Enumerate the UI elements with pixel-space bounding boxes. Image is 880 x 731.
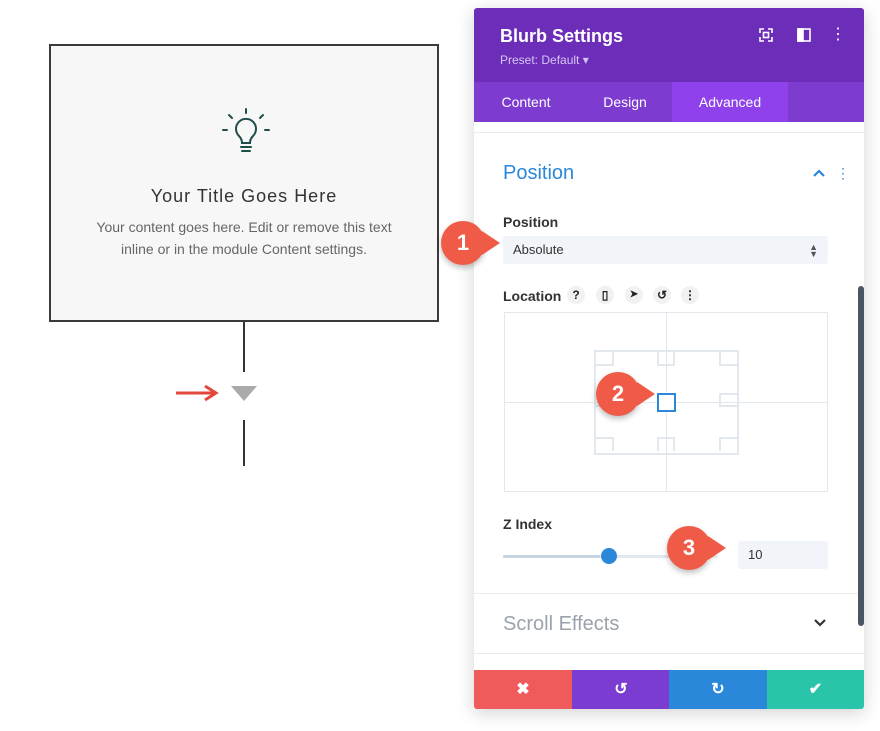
help-icon[interactable]: ? <box>567 286 585 304</box>
panel-header: Blurb Settings Preset: Default ▾ ⋮ <box>474 8 864 82</box>
connector-line-top <box>243 322 245 372</box>
origin-bottom-left[interactable] <box>596 437 614 451</box>
reset-icon[interactable]: ↺ <box>653 286 671 304</box>
position-select[interactable]: Absolute ▲ ▼ <box>503 236 828 264</box>
divider <box>474 593 864 594</box>
blurb-content-line-1: Your content goes here. Edit or remove t… <box>96 219 392 235</box>
callout-1: 1 <box>441 221 485 265</box>
settings-panel: Blurb Settings Preset: Default ▾ ⋮ Conte… <box>474 8 864 709</box>
origin-center-selected[interactable] <box>657 393 676 412</box>
origin-top-left[interactable] <box>596 352 614 366</box>
callout-1-pointer <box>482 231 500 255</box>
callout-2-pointer <box>637 382 655 406</box>
divider <box>474 132 864 133</box>
mobile-icon[interactable]: ▯ <box>596 286 614 304</box>
position-section-title[interactable]: Position <box>503 162 574 185</box>
position-label: Position <box>503 214 559 230</box>
red-arrow-icon <box>176 384 219 402</box>
callout-3-pointer <box>708 536 726 560</box>
origin-top-right[interactable] <box>719 352 737 366</box>
position-select-value: Absolute <box>513 242 564 257</box>
cancel-button[interactable]: ✖ <box>474 670 572 709</box>
section-menu-icon[interactable]: ⋮ <box>836 166 850 182</box>
tab-design[interactable]: Design <box>578 82 672 122</box>
connector-line-bottom <box>243 420 245 466</box>
origin-center-right[interactable] <box>719 393 737 407</box>
location-origin-grid[interactable] <box>504 312 828 492</box>
scroll-effects-section-title[interactable]: Scroll Effects <box>503 613 619 636</box>
save-button[interactable]: ✔ <box>767 670 864 709</box>
more-vertical-icon[interactable]: ⋮ <box>829 26 847 44</box>
blurb-title[interactable]: Your Title Goes Here <box>51 186 437 207</box>
redo-button[interactable]: ↻ <box>669 670 767 709</box>
location-label: Location <box>503 288 562 304</box>
preset-dropdown[interactable]: Preset: Default ▾ <box>500 53 589 67</box>
origin-bottom-center[interactable] <box>657 437 675 451</box>
select-arrows-icon: ▲ ▼ <box>809 242 818 259</box>
callout-3: 3 <box>667 526 711 570</box>
callout-2: 2 <box>596 372 640 416</box>
zindex-slider-fill <box>503 555 600 558</box>
panel-scrollbar[interactable] <box>858 286 864 626</box>
stage: Your Title Goes Here Your content goes h… <box>0 0 880 731</box>
chevron-up-icon[interactable] <box>811 166 827 180</box>
zindex-label: Z Index <box>503 516 553 532</box>
origin-top-center[interactable] <box>657 352 675 366</box>
more-vertical-icon[interactable]: ⋮ <box>681 286 699 304</box>
panel-title: Blurb Settings <box>500 26 624 46</box>
divider <box>474 653 864 654</box>
zindex-slider-handle[interactable] <box>601 548 617 564</box>
tab-content[interactable]: Content <box>474 82 578 122</box>
tab-bar: Content Design Advanced <box>474 82 864 122</box>
blurb-module[interactable]: Your Title Goes Here Your content goes h… <box>49 44 439 322</box>
origin-bottom-right[interactable] <box>719 437 737 451</box>
collapse-triangle-icon[interactable] <box>231 386 257 401</box>
blurb-content[interactable]: Your content goes here. Edit or remove t… <box>81 216 407 260</box>
cursor-icon[interactable]: ➤ <box>625 286 643 304</box>
chevron-down-icon[interactable] <box>813 617 827 629</box>
tab-advanced[interactable]: Advanced <box>672 82 788 122</box>
sidebar-toggle-icon[interactable] <box>795 26 813 44</box>
fullscreen-icon[interactable] <box>757 26 775 44</box>
undo-button[interactable]: ↺ <box>572 670 670 709</box>
panel-content: Position ⋮ Position Absolute ▲ ▼ Location… <box>474 122 864 670</box>
panel-footer: ✖ ↺ ↻ ✔ <box>474 670 864 709</box>
lightbulb-icon <box>222 108 270 152</box>
zindex-input[interactable]: 10 <box>738 541 828 569</box>
blurb-content-line-2: inline or in the module Content settings… <box>121 241 367 257</box>
